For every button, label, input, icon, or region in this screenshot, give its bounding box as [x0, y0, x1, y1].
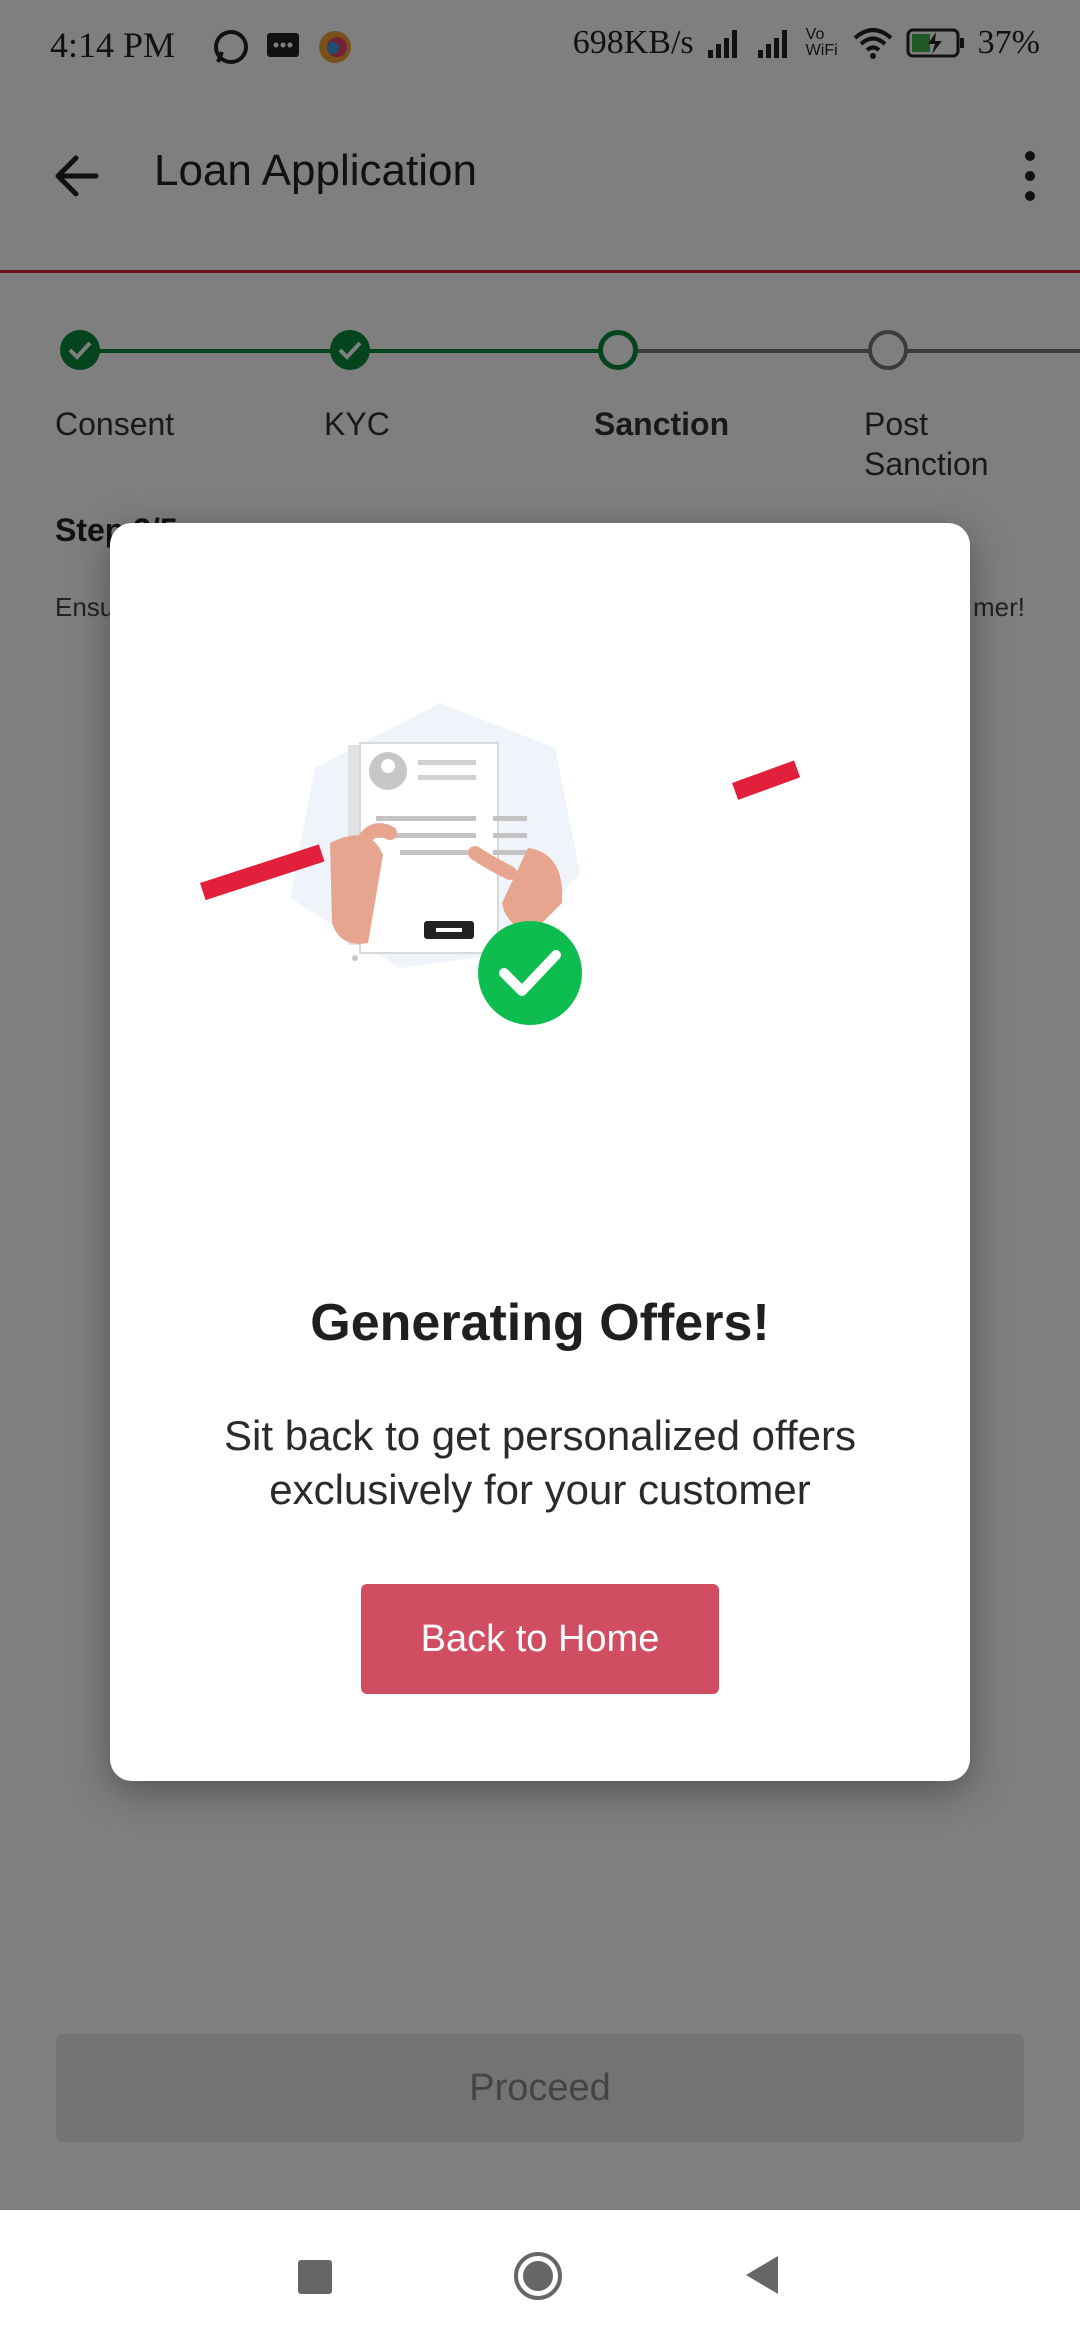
offers-modal: Generating Offers! Sit back to get perso… — [110, 523, 970, 1781]
back-to-home-button[interactable]: Back to Home — [361, 1584, 719, 1694]
recents-icon[interactable] — [298, 2260, 332, 2294]
document-approved-illustration — [200, 703, 800, 1025]
home-icon[interactable] — [512, 2250, 564, 2302]
modal-title: Generating Offers! — [310, 1294, 770, 1352]
back-icon[interactable] — [744, 2254, 780, 2296]
modal-subtitle: Sit back to get personalized offers excl… — [224, 1412, 856, 1513]
system-nav-bar — [0, 2210, 1080, 2340]
